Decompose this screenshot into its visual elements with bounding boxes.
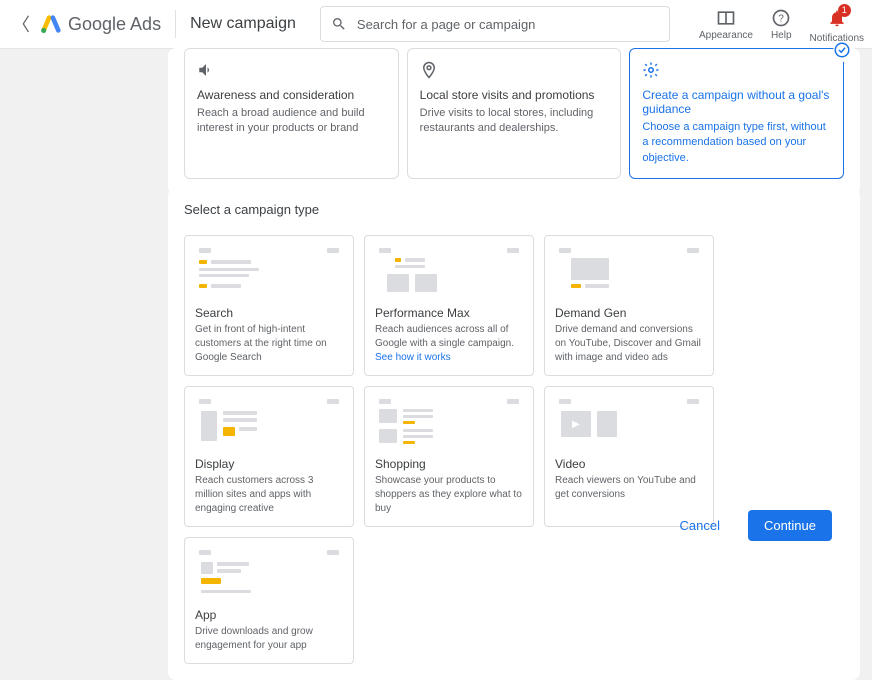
type-grid: Search Get in front of high-intent custo…	[184, 235, 844, 664]
type-desc: Reach audiences across all of Google wit…	[375, 323, 523, 365]
type-card-video[interactable]: ▶ Video Reach viewers on YouTube and get…	[544, 386, 714, 527]
help-button[interactable]: ? Help	[771, 8, 792, 41]
speaker-icon	[197, 61, 386, 82]
help-label: Help	[771, 30, 792, 41]
type-card-app[interactable]: App Drive downloads and grow engagement …	[184, 537, 354, 664]
notification-badge: 1	[838, 4, 851, 17]
type-desc: Reach customers across 3 million sites a…	[195, 474, 343, 516]
types-heading: Select a campaign type	[184, 202, 844, 217]
appearance-button[interactable]: Appearance	[699, 8, 753, 41]
goal-desc: Drive visits to local stores, including …	[420, 106, 609, 137]
appearance-icon	[716, 8, 736, 28]
type-card-performance-max[interactable]: Performance Max Reach audiences across a…	[364, 235, 534, 376]
shopping-preview	[375, 397, 523, 447]
continue-button[interactable]: Continue	[748, 510, 832, 541]
type-desc: Reach viewers on YouTube and get convers…	[555, 474, 703, 502]
goal-title: Create a campaign without a goal's guida…	[642, 88, 831, 116]
brand-text: Google Ads	[68, 14, 161, 35]
cancel-button[interactable]: Cancel	[663, 510, 735, 541]
type-title: App	[195, 608, 343, 622]
display-preview	[195, 397, 343, 447]
check-icon	[833, 41, 851, 62]
demandgen-preview	[555, 246, 703, 296]
type-desc: Drive demand and conversions on YouTube,…	[555, 323, 703, 365]
search-preview	[195, 246, 343, 296]
type-title: Demand Gen	[555, 306, 703, 320]
header-divider	[175, 10, 176, 38]
play-icon: ▶	[572, 419, 580, 430]
goal-card-no-goal[interactable]: Create a campaign without a goal's guida…	[629, 48, 844, 179]
type-title: Display	[195, 457, 343, 471]
search-box[interactable]	[320, 6, 670, 42]
brand-logo[interactable]: Google Ads	[40, 13, 161, 35]
back-chevron-icon[interactable]: 〈	[8, 11, 34, 37]
type-card-shopping[interactable]: Shopping Showcase your products to shopp…	[364, 386, 534, 527]
goal-title: Local store visits and promotions	[420, 88, 609, 102]
pmax-preview	[375, 246, 523, 296]
gear-icon	[642, 61, 831, 82]
goal-card-local[interactable]: Local store visits and promotions Drive …	[407, 48, 622, 179]
type-card-display[interactable]: Display Reach customers across 3 million…	[184, 386, 354, 527]
wizard-footer: Cancel Continue	[663, 510, 832, 541]
bell-wrapper: 1	[827, 8, 847, 31]
goal-title: Awareness and consideration	[197, 88, 386, 102]
pmax-learn-link[interactable]: See how it works	[375, 352, 451, 363]
app-header: 〈 Google Ads New campaign Appearance ? H…	[0, 0, 872, 49]
type-desc: Showcase your products to shoppers as th…	[375, 474, 523, 516]
type-title: Search	[195, 306, 343, 320]
type-desc: Drive downloads and grow engagement for …	[195, 625, 343, 653]
types-panel: Select a campaign type Search Get in fro…	[168, 188, 860, 680]
type-title: Shopping	[375, 457, 523, 471]
goals-panel: Awareness and consideration Reach a broa…	[168, 48, 860, 195]
type-card-demand-gen[interactable]: Demand Gen Drive demand and conversions …	[544, 235, 714, 376]
video-preview: ▶	[555, 397, 703, 447]
page-title: New campaign	[190, 15, 296, 33]
google-ads-icon	[40, 13, 62, 35]
goal-desc: Choose a campaign type first, without a …	[642, 120, 831, 166]
goal-desc: Reach a broad audience and build interes…	[197, 106, 386, 137]
appearance-label: Appearance	[699, 30, 753, 41]
type-title: Video	[555, 457, 703, 471]
goal-card-awareness[interactable]: Awareness and consideration Reach a broa…	[184, 48, 399, 179]
pin-icon	[420, 61, 609, 82]
type-desc-text: Reach audiences across all of Google wit…	[375, 324, 514, 349]
type-card-search[interactable]: Search Get in front of high-intent custo…	[184, 235, 354, 376]
help-icon: ?	[771, 8, 791, 28]
goal-row: Awareness and consideration Reach a broa…	[184, 48, 844, 179]
app-preview	[195, 548, 343, 598]
type-desc: Get in front of high-intent customers at…	[195, 323, 343, 365]
type-title: Performance Max	[375, 306, 523, 320]
header-actions: Appearance ? Help 1 Notifications	[699, 4, 864, 44]
notifications-button[interactable]: 1 Notifications	[810, 8, 864, 44]
svg-text:?: ?	[778, 13, 784, 24]
search-input[interactable]	[355, 16, 659, 33]
search-icon	[331, 16, 347, 32]
